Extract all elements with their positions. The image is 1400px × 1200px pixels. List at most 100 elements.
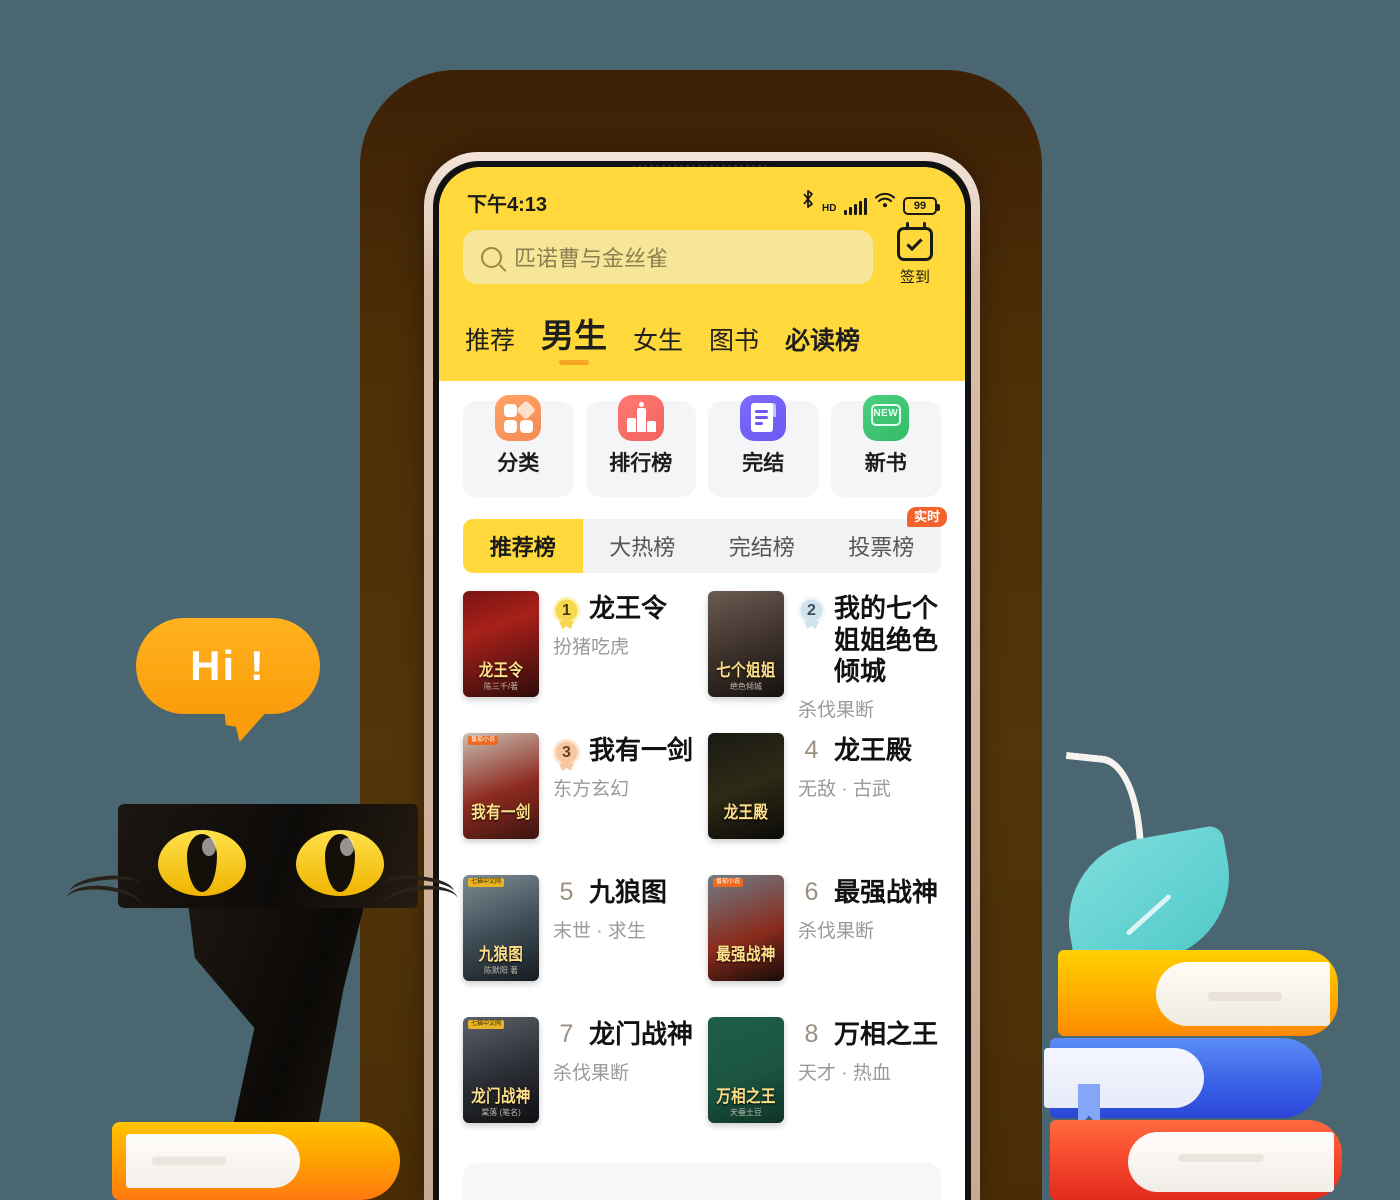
ranktab-label: 完结榜 — [728, 535, 795, 560]
app-header: 下午4:13 HD 99 匹诺曹与金丝雀 签到 推荐 男生 女生 图书 必读榜 — [439, 167, 965, 381]
quicknav-completed[interactable]: 完结 — [708, 395, 819, 497]
cover-title: 七个姐姐 — [716, 661, 776, 680]
book-title-line: 2 我的七个姐姐绝色倾城 — [798, 593, 941, 688]
cover-title: 我有一剑 — [471, 803, 531, 822]
cover-corner-tag: 七猫中文网 — [468, 1020, 505, 1029]
book-title: 我有一剑 — [589, 735, 694, 765]
book-tag: 无敌 · 古武 — [798, 778, 891, 800]
next-section-card — [463, 1163, 941, 1200]
phone-screen: 下午4:13 HD 99 匹诺曹与金丝雀 签到 推荐 男生 女生 图书 必读榜 … — [439, 167, 965, 1200]
status-time: 下午4:13 — [467, 193, 548, 216]
rank-number: 8 — [804, 1020, 819, 1048]
rank-medal: 2 — [798, 597, 825, 624]
ranktab-hot[interactable]: 大热榜 — [582, 519, 702, 573]
book-tag: 东方玄幻 — [553, 778, 630, 800]
cover-subtitle: 棠落 (笔名) — [481, 1108, 521, 1117]
new-badge-icon: NEW — [862, 395, 909, 441]
book-title-line: 3 我有一剑 — [553, 735, 696, 767]
wifi-icon — [874, 191, 896, 215]
decorative-book-yellow — [1058, 950, 1338, 1036]
phone-device: 下午4:13 HD 99 匹诺曹与金丝雀 签到 推荐 男生 女生 图书 必读榜 … — [424, 152, 980, 1200]
ranktab-vote[interactable]: 投票榜 实时 — [821, 507, 947, 573]
list-item[interactable]: 番茄小说 最强战神 6 最强战神 杀伐果断 — [708, 875, 941, 1013]
tab-label: 推荐 — [465, 327, 516, 355]
checkin-button[interactable]: 签到 — [887, 222, 943, 287]
bluetooth-icon — [801, 189, 815, 215]
book-meta: 3 我有一剑 东方玄幻 — [553, 733, 696, 871]
list-item[interactable]: 万相之王 天蚕土豆 8 万相之王 天才 · 热血 — [708, 1017, 941, 1155]
tab-books[interactable]: 图书 — [709, 321, 759, 367]
cover-subtitle: 陈三千/著 — [483, 682, 519, 691]
ranktab-recommend[interactable]: 推荐榜 — [463, 519, 583, 573]
cover-corner-tag: 番茄小说 — [468, 736, 499, 745]
cat-eye-left — [158, 830, 246, 896]
book-title-line: 4 龙王殿 — [798, 735, 941, 767]
ranking-bars-icon — [617, 395, 664, 441]
book-cover[interactable]: 龙王殿 — [708, 733, 784, 839]
active-tab-underline — [559, 360, 590, 365]
tab-male[interactable]: 男生 — [541, 309, 607, 367]
book-meta: 5 九狼图 末世 · 求生 — [553, 875, 696, 1013]
book-tag: 扮猪吃虎 — [553, 636, 630, 658]
book-title-line: 1 龙王令 — [553, 593, 696, 625]
search-placeholder: 匹诺曹与金丝雀 — [514, 246, 669, 271]
category-tabs: 推荐 男生 女生 图书 必读榜 — [439, 287, 965, 367]
quicknav-category[interactable]: 分类 — [463, 395, 574, 497]
cover-title: 万相之王 — [716, 1087, 776, 1106]
book-ranking-list: 龙王令 陈三千/著 1 龙王令 扮猪吃虎 七个姐姐 绝色倾城 2 我的七个姐姐绝… — [439, 573, 965, 1155]
search-row: 匹诺曹与金丝雀 签到 — [439, 222, 965, 287]
decorative-scene: 下午4:13 HD 99 匹诺曹与金丝雀 签到 推荐 男生 女生 图书 必读榜 … — [0, 0, 1400, 1200]
book-cover[interactable]: 七猫中文网 龙门战神 棠落 (笔名) — [463, 1017, 539, 1123]
book-tag: 天才 · 热血 — [798, 1062, 891, 1084]
signal-icon — [843, 198, 867, 215]
rank-number: 5 — [559, 878, 574, 906]
book-title: 龙王令 — [589, 593, 668, 623]
book-title: 我的七个姐姐绝色倾城 — [834, 593, 939, 687]
quicknav-ranking[interactable]: 排行榜 — [585, 395, 696, 497]
tab-recommend[interactable]: 推荐 — [465, 321, 515, 367]
list-item[interactable]: 七个姐姐 绝色倾城 2 我的七个姐姐绝色倾城 杀伐果断 — [708, 591, 941, 729]
cover-subtitle: 陈默阳 著 — [483, 966, 519, 975]
book-tag: 杀伐果断 — [553, 1062, 630, 1084]
decorative-book-blue — [1044, 1038, 1322, 1128]
book-cover[interactable]: 龙王令 陈三千/著 — [463, 591, 539, 697]
tab-mustread[interactable]: 必读榜 — [785, 321, 860, 367]
app-content: 分类 排行榜 完结 NEW 新书 推荐榜 大热榜 完结榜 投票榜 实时 龙王令 … — [439, 381, 965, 1200]
rank-number: 6 — [804, 878, 819, 906]
list-item[interactable]: 七猫中文网 九狼图 陈默阳 著 5 九狼图 末世 · 求生 — [463, 875, 696, 1013]
new-icon-text: NEW — [873, 408, 899, 419]
search-input[interactable]: 匹诺曹与金丝雀 — [463, 230, 873, 284]
tab-female[interactable]: 女生 — [633, 321, 683, 367]
ranktab-label: 大热榜 — [609, 535, 676, 560]
ranktab-completed[interactable]: 完结榜 — [702, 519, 822, 573]
cat-eye-right — [296, 830, 384, 896]
list-item[interactable]: 龙王令 陈三千/著 1 龙王令 扮猪吃虎 — [463, 591, 696, 729]
list-item[interactable]: 龙王殿 4 龙王殿 无敌 · 古武 — [708, 733, 941, 871]
cover-title: 九狼图 — [478, 945, 524, 964]
book-cover[interactable]: 七猫中文网 九狼图 陈默阳 著 — [463, 875, 539, 981]
ranking-tabs: 推荐榜 大热榜 完结榜 投票榜 实时 — [463, 507, 947, 573]
search-icon — [481, 246, 502, 268]
status-bar: 下午4:13 HD 99 — [439, 167, 965, 223]
book-cover[interactable]: 番茄小说 我有一剑 — [463, 733, 539, 839]
book-cover[interactable]: 万相之王 天蚕土豆 — [708, 1017, 784, 1123]
cover-subtitle: 天蚕土豆 — [730, 1108, 762, 1117]
rank-medal: 1 — [553, 597, 580, 624]
list-item[interactable]: 番茄小说 我有一剑 3 我有一剑 东方玄幻 — [463, 733, 696, 871]
cat-body — [187, 898, 366, 1148]
status-icons: HD 99 — [801, 189, 940, 215]
list-item[interactable]: 七猫中文网 龙门战神 棠落 (笔名) 7 龙门战神 杀伐果断 — [463, 1017, 696, 1155]
book-meta: 8 万相之王 天才 · 热血 — [798, 1017, 941, 1155]
book-meta: 6 最强战神 杀伐果断 — [798, 875, 941, 1013]
ranktab-label: 投票榜 — [848, 535, 915, 560]
book-cover[interactable]: 番茄小说 最强战神 — [708, 875, 784, 981]
book-title: 龙门战神 — [589, 1019, 694, 1049]
cover-title: 龙门战神 — [471, 1087, 531, 1106]
speech-bubble: Hi ! — [136, 618, 320, 714]
cover-title: 最强战神 — [716, 945, 776, 964]
book-cover[interactable]: 七个姐姐 绝色倾城 — [708, 591, 784, 697]
rank-medal: 3 — [553, 739, 580, 766]
quicknav-label: 新书 — [864, 452, 907, 475]
quicknav-newbooks[interactable]: NEW 新书 — [830, 395, 941, 497]
book-meta: 7 龙门战神 杀伐果断 — [553, 1017, 696, 1155]
